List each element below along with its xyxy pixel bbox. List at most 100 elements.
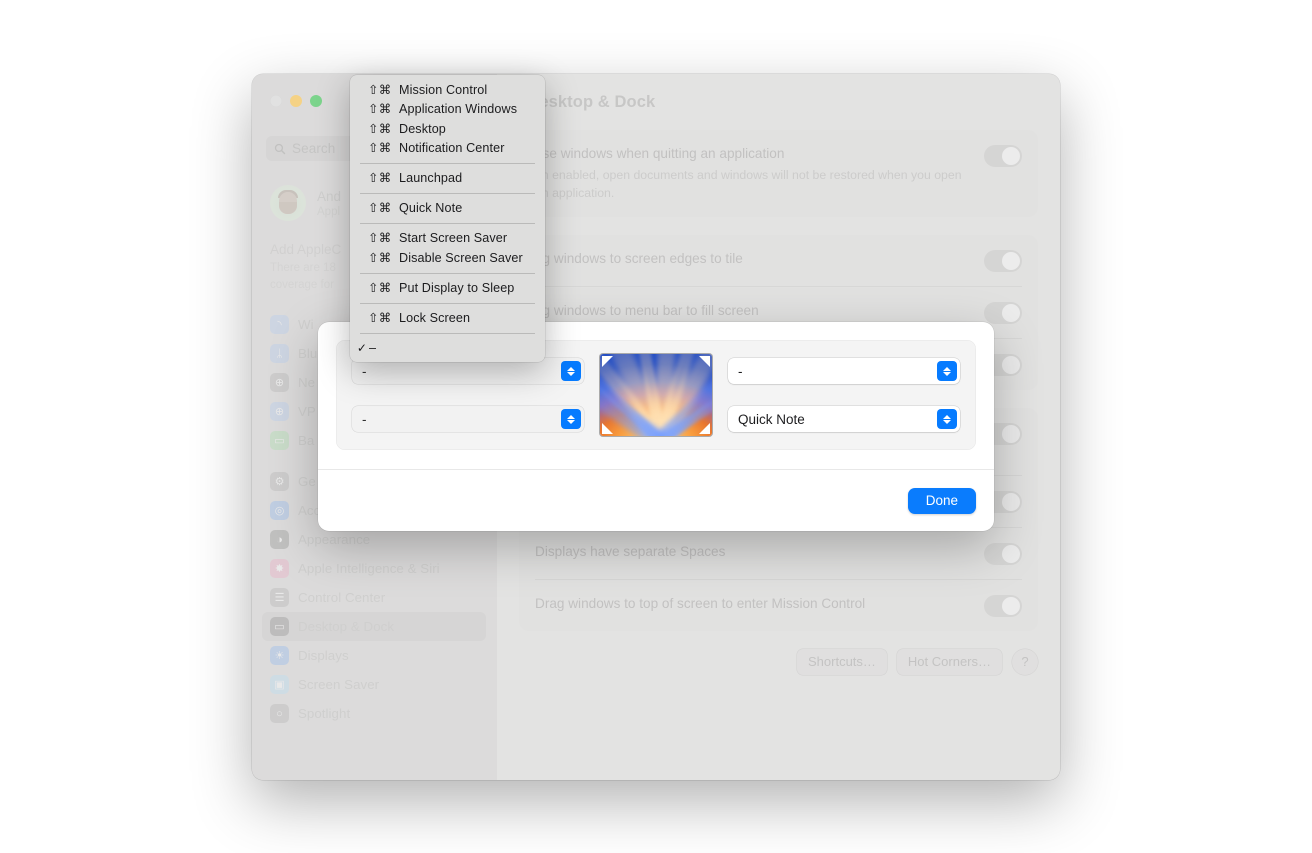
bluetooth-icon: ᛦ [270, 344, 289, 363]
sidebar-item-desktop-dock[interactable]: ▭ Desktop & Dock [262, 612, 486, 641]
hot-corner-select-top-right[interactable]: - [728, 358, 960, 384]
menu-item-label: Desktop [399, 121, 446, 136]
profile-subtitle: Appl [317, 205, 341, 218]
settings-row-label: Displays have separate Spaces [535, 543, 726, 559]
menu-item-shortcut: ⇧⌘ [368, 280, 392, 295]
menu-item-shortcut: ⇧⌘ [368, 231, 392, 246]
hot-corner-select-bottom-right[interactable]: Quick Note [728, 406, 960, 432]
help-button[interactable]: ? [1012, 648, 1038, 675]
settings-card-top: ose windows when quitting an application… [519, 130, 1038, 217]
menu-separator [360, 272, 535, 273]
screen: Search And Appl Add AppleC There are 18 … [0, 0, 1312, 853]
stepper-icon[interactable] [937, 361, 957, 381]
menu-item-label: Quick Note [399, 201, 463, 216]
menu-item-label: Mission Control [399, 82, 488, 97]
toggle-switch[interactable] [984, 249, 1022, 272]
menu-item-label: Application Windows [399, 102, 518, 117]
settings-row-description: en enabled, open documents and windows w… [535, 168, 962, 201]
sidebar-item-label: Ba [298, 433, 315, 448]
settings-row-text: ag windows to screen edges to tile [535, 249, 968, 268]
menu-item-put-display-to-sleep[interactable]: ⇧⌘ Put Display to Sleep [350, 278, 545, 298]
settings-row: Displays have separate Spaces [535, 526, 1022, 579]
hot-corner-select-bottom-left[interactable]: - [352, 406, 584, 432]
menu-item-start-screen-saver[interactable]: ⇧⌘ Start Screen Saver [350, 229, 545, 249]
sidebar-item-label: Desktop & Dock [298, 619, 395, 634]
displays-icon: ☀ [270, 646, 289, 665]
settings-row-label: Drag windows to top of screen to enter M… [535, 595, 866, 611]
menu-item-lock-screen[interactable]: ⇧⌘ Lock Screen [350, 308, 545, 328]
wifi-icon: ◝ [270, 315, 289, 334]
toggle-switch[interactable] [984, 145, 1022, 167]
sidebar-item-screen-saver[interactable]: ▣ Screen Saver [262, 670, 486, 699]
accessibility-icon: ◎ [270, 501, 289, 520]
stepper-icon[interactable] [937, 409, 957, 429]
menu-item-label: Disable Screen Saver [399, 250, 523, 265]
menu-item-shortcut: ⇧⌘ [368, 250, 392, 265]
corner-marker-bottom-right-icon [699, 423, 710, 434]
sidebar-item-label: Wi [298, 317, 314, 332]
settings-row-label: ag windows to menu bar to fill screen [535, 302, 759, 318]
sidebar-item-label: Screen Saver [298, 677, 380, 692]
settings-row-text: Displays have separate Spaces [535, 542, 968, 561]
done-button[interactable]: Done [907, 487, 976, 514]
settings-row-text: ose windows when quitting an application… [535, 144, 968, 203]
menu-item-shortcut: ⇧⌘ [368, 82, 392, 97]
settings-row: Drag windows to top of screen to enter M… [535, 578, 1022, 631]
menu-item-label: Put Display to Sleep [399, 280, 515, 295]
shortcuts-button[interactable]: Shortcuts… [797, 648, 887, 675]
search-placeholder: Search [292, 141, 336, 156]
menu-separator [360, 302, 535, 303]
sidebar-item-displays[interactable]: ☀ Displays [262, 641, 486, 670]
spotlight-icon: ○ [270, 704, 289, 723]
settings-row-text: ag windows to menu bar to fill screen [535, 301, 968, 320]
page-title: Desktop & Dock [527, 92, 656, 111]
menu-item-label: Notification Center [399, 141, 505, 156]
general-icon: ⚙ [270, 472, 289, 491]
toggle-switch[interactable] [984, 301, 1022, 324]
menu-item-label: – [369, 340, 377, 355]
profile-name: And [317, 188, 342, 204]
zoom-button[interactable] [310, 95, 322, 107]
menu-separator [360, 332, 535, 333]
minimize-button[interactable] [290, 95, 302, 107]
menu-item-launchpad[interactable]: ⇧⌘ Launchpad [350, 169, 545, 189]
menu-item-quick-note[interactable]: ⇧⌘ Quick Note [350, 199, 545, 219]
sidebar-item-label: Spotlight [298, 706, 351, 721]
checkmark-icon: ✓ [356, 340, 368, 355]
sidebar-item-apple-intelligence-siri[interactable]: ✸ Apple Intelligence & Siri [262, 554, 486, 583]
search-icon [274, 143, 286, 154]
menu-item-shortcut: ⇧⌘ [368, 141, 392, 156]
hot-corner-value-bottom-right: Quick Note [738, 411, 805, 427]
hot-corner-select-top-left[interactable]: - [352, 358, 584, 384]
menu-item-shortcut: ⇧⌘ [368, 102, 392, 117]
hotcorners-button[interactable]: Hot Corners… [896, 648, 1002, 675]
menu-item-shortcut: ⇧⌘ [368, 171, 392, 186]
menu-item-desktop[interactable]: ⇧⌘ Desktop [350, 119, 545, 139]
control-center-icon: ☰ [270, 588, 289, 607]
menu-item-application-windows[interactable]: ⇧⌘ Application Windows [350, 100, 545, 120]
close-button[interactable] [270, 95, 282, 107]
toggle-switch[interactable] [984, 594, 1022, 617]
sidebar-item-spotlight[interactable]: ○ Spotlight [262, 699, 486, 728]
screen-saver-icon: ▣ [270, 675, 289, 694]
hot-corner-value-top-right: - [738, 363, 743, 379]
menu-item-none-selected[interactable]: ✓ – [350, 338, 545, 358]
footer-buttons: Shortcuts… Hot Corners…? [497, 648, 1060, 695]
hot-corner-value-bottom-left: - [362, 411, 367, 427]
vpn-icon: ⊕ [270, 402, 289, 421]
menu-item-notification-center[interactable]: ⇧⌘ Notification Center [350, 139, 545, 159]
menu-item-mission-control[interactable]: ⇧⌘ Mission Control [350, 80, 545, 100]
sidebar-item-label: Control Center [298, 590, 386, 605]
network-icon: ⊕ [270, 373, 289, 392]
sidebar-item-label: Apple Intelligence & Siri [298, 561, 440, 576]
sidebar-item-label: Appearance [298, 532, 371, 547]
corner-marker-bottom-left-icon [602, 423, 613, 434]
stepper-icon[interactable] [561, 409, 581, 429]
sidebar-item-control-center[interactable]: ☰ Control Center [262, 583, 486, 612]
menu-item-disable-screen-saver[interactable]: ⇧⌘ Disable Screen Saver [350, 248, 545, 268]
stepper-icon[interactable] [561, 361, 581, 381]
hot-corner-value-top-left: - [362, 363, 367, 379]
toggle-switch[interactable] [984, 542, 1022, 565]
appearance-icon: ◑ [270, 530, 289, 549]
desktop-dock-icon: ▭ [270, 617, 289, 636]
